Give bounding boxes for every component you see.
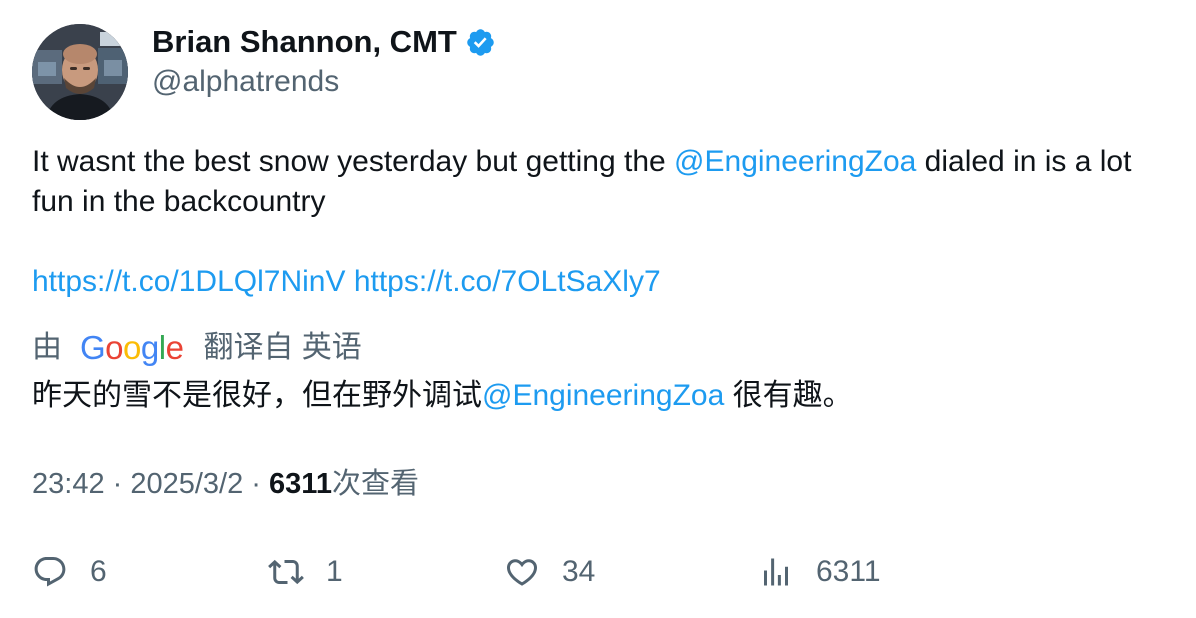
avatar-image: [32, 24, 128, 120]
mention-link[interactable]: @EngineeringZoa: [674, 145, 916, 178]
tweet-date[interactable]: 2025/3/2: [130, 468, 243, 500]
tweet-links: https://t.co/1DLQl7NinV https://t.co/7OL…: [32, 262, 661, 302]
translated-text: 昨天的雪不是很好，但在野外调试@EngineeringZoa 很有趣。: [32, 374, 853, 418]
tweet-detail: Brian Shannon, CMT @alphatrends It wasnt…: [0, 0, 1196, 618]
translation-prefix: 由: [32, 331, 62, 364]
author-display-name[interactable]: Brian Shannon, CMT: [152, 22, 496, 62]
url-link[interactable]: https://t.co/1DLQl7NinV: [32, 265, 345, 298]
tweet-time[interactable]: 23:42: [32, 468, 105, 500]
views-count: 6311: [269, 468, 332, 500]
retweet-count: 1: [326, 555, 343, 588]
like-count: 34: [562, 555, 596, 588]
author-name-text: Brian Shannon, CMT: [152, 24, 457, 59]
tweet-text: It wasnt the best snow yesterday but get…: [32, 142, 1172, 222]
retweet-icon: [268, 559, 304, 585]
reply-count: 6: [90, 555, 107, 588]
translation-attribution: 由 Google 翻译自 英语: [32, 328, 362, 368]
tweet-meta: 23:42 · 2025/3/2 · 6311次查看: [32, 464, 419, 504]
author-handle[interactable]: @alphatrends: [152, 62, 339, 102]
translation-suffix: 翻译自 英语: [203, 331, 362, 364]
translated-mention-link[interactable]: @EngineeringZoa: [482, 379, 724, 412]
views-action-count: 6311: [816, 555, 881, 588]
avatar[interactable]: [32, 24, 128, 120]
url-link[interactable]: https://t.co/7OLtSaXly7: [354, 265, 661, 298]
meta-separator: ·: [104, 468, 131, 500]
meta-separator: ·: [243, 468, 270, 500]
tweet-text-part: It wasnt the best snow yesterday but get…: [32, 145, 675, 178]
retweet-button[interactable]: 1: [268, 552, 343, 592]
reply-icon: [34, 557, 66, 587]
views-label: 次查看: [331, 468, 419, 500]
google-logo: Google: [80, 329, 184, 366]
heart-icon: [506, 559, 538, 586]
views-button[interactable]: 6311: [758, 552, 881, 592]
verified-check-icon: [467, 28, 494, 56]
analytics-icon: [764, 558, 788, 586]
translated-text-part: 昨天的雪不是很好，但在野外调试: [32, 379, 482, 412]
like-button[interactable]: 34: [504, 552, 595, 592]
translated-text-part: 很有趣。: [724, 379, 853, 412]
reply-button[interactable]: 6: [32, 552, 107, 592]
